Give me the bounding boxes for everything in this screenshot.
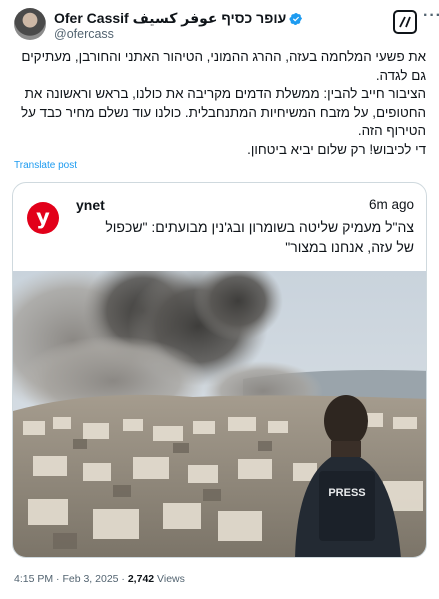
card-time-ago: 6m ago: [368, 197, 414, 212]
post-text: את פשעי המלחמה בעזה, ההרג ההמוני, הטיהור…: [14, 48, 426, 160]
post-paragraph: את פשעי המלחמה בעזה, ההרג ההמוני, הטיהור…: [21, 49, 426, 83]
post-metadata: 4:15 PM · Feb 3, 2025 · 2,742 Views: [14, 573, 185, 585]
post-date[interactable]: Feb 3, 2025: [62, 573, 118, 585]
grok-icon: [399, 16, 411, 28]
card-source-name: ynet: [76, 197, 105, 213]
views-label: Views: [157, 573, 185, 585]
ynet-logo-icon: y: [27, 202, 59, 234]
post-time[interactable]: 4:15 PM: [14, 573, 53, 585]
post-paragraph: די לכיבוש! רק שלום יביא ביטחון.: [247, 141, 426, 157]
views-count: 2,742: [127, 573, 155, 585]
author-display-name[interactable]: Ofer Cassif עופר כסיף عوفر كسيف: [54, 10, 286, 27]
grok-button[interactable]: [393, 10, 417, 34]
post-header: Ofer Cassif עופר כסיף عوفر كسيف @ofercas…: [0, 0, 439, 48]
author-avatar[interactable]: [14, 8, 46, 40]
verified-badge-icon: [289, 12, 303, 25]
post-paragraph: הציבור חייב להבין: ממשלת הדמים מקריבה את…: [20, 86, 426, 139]
author-handle[interactable]: @ofercass: [54, 27, 114, 41]
article-photo[interactable]: PRESS: [13, 271, 427, 558]
link-preview-card[interactable]: y ynet 6m ago צה"ל מעמיק שליטה בשומרון ו…: [12, 182, 427, 558]
press-vest-label: PRESS: [328, 487, 365, 499]
card-headline[interactable]: צה"ל מעמיק שליטה בשומרון ובג'נין מבועתים…: [84, 217, 414, 257]
more-options-icon[interactable]: ···: [423, 8, 439, 24]
card-header: y ynet 6m ago צה"ל מעמיק שליטה בשומרון ו…: [13, 183, 426, 269]
author-name-row[interactable]: Ofer Cassif עופר כסיף عوفر كسيف: [54, 10, 303, 27]
translate-post-link[interactable]: Translate post: [14, 160, 77, 171]
